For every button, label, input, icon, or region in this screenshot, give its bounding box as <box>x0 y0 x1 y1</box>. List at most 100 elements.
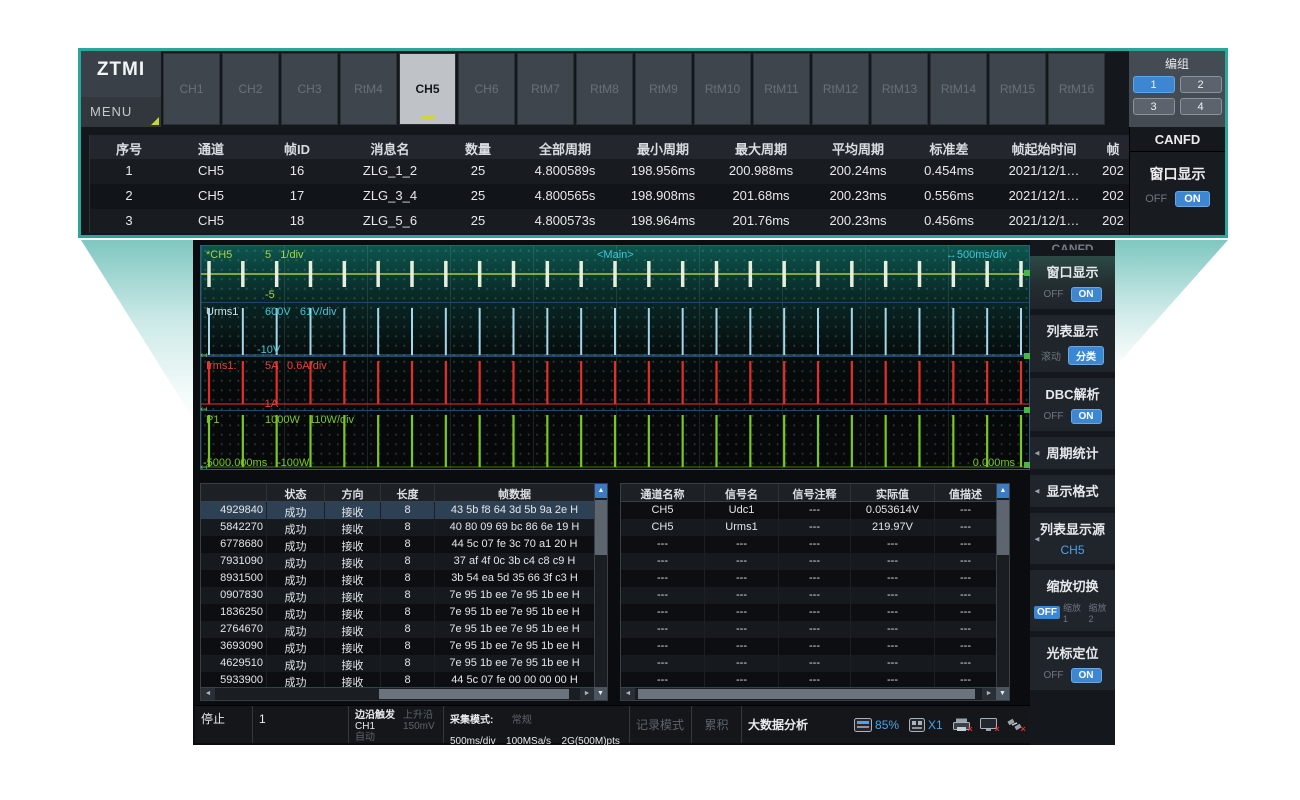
frame-table-vscroll[interactable]: ▲ <box>594 484 607 687</box>
toggle-off-option[interactable]: OFF <box>1044 411 1064 422</box>
signal-table-hscroll[interactable]: ◄ ► <box>621 687 996 700</box>
group-button-4[interactable]: 4 <box>1180 98 1222 115</box>
table-row[interactable]: --------------- <box>621 587 1009 604</box>
vscroll-thumb[interactable] <box>595 500 607 555</box>
tab-ch3[interactable]: CH3 <box>281 53 338 125</box>
tab-rtm10[interactable]: RtM10 <box>694 53 751 125</box>
tab-ch1[interactable]: CH1 <box>163 53 220 125</box>
tab-rtm4[interactable]: RtM4 <box>340 53 397 125</box>
table-cell: 2764670 <box>201 621 267 638</box>
sidebar-item-label: 缩放切换 <box>1034 576 1111 595</box>
table-row[interactable]: 8931500成功接收83b 54 ea 5d 35 66 3f c3 H <box>201 570 607 587</box>
table-row[interactable]: 4929840成功接收843 5b f8 64 3d 5b 9a 2e H <box>201 502 607 519</box>
stats-cell: 198.956ms <box>614 159 712 184</box>
table-row[interactable]: 3693090成功接收87e 95 1b ee 7e 95 1b ee H <box>201 638 607 655</box>
menu-button[interactable]: MENU <box>81 97 161 127</box>
toggle-on-option[interactable]: 分类 <box>1068 346 1104 365</box>
tab-rtm14[interactable]: RtM14 <box>930 53 987 125</box>
table-row[interactable]: --------------- <box>621 638 1009 655</box>
tab-rtm11[interactable]: RtM11 <box>753 53 810 125</box>
table-row[interactable]: 0907830成功接收87e 95 1b ee 7e 95 1b ee H <box>201 587 607 604</box>
stats-cell: 2021/12/1… <box>992 159 1096 184</box>
table-cell: 8 <box>381 638 435 655</box>
tri-option[interactable]: 缩放1 <box>1063 601 1086 624</box>
table-row[interactable]: 1836250成功接收87e 95 1b ee 7e 95 1b ee H <box>201 604 607 621</box>
tab-rtm16[interactable]: RtM16 <box>1048 53 1105 125</box>
tab-rtm13[interactable]: RtM13 <box>871 53 928 125</box>
toggle-on-option[interactable]: ON <box>1071 668 1102 683</box>
table-cell: 成功 <box>267 502 325 519</box>
acq-mode-label: 采集模式: <box>450 715 493 726</box>
tab-rtm7[interactable]: RtM7 <box>517 53 574 125</box>
sidebar-item-2[interactable]: 列表显示滚动分类 <box>1030 315 1115 372</box>
sidebar-item-6[interactable]: ◄列表显示源CH5 <box>1030 513 1115 564</box>
toggle-off-option[interactable]: 滚动 <box>1041 348 1061 363</box>
scroll-up-icon[interactable]: ▲ <box>595 484 607 498</box>
sidebar-item-5[interactable]: ◄显示格式 <box>1030 475 1115 507</box>
window-display-on[interactable]: ON <box>1175 191 1210 207</box>
tri-option[interactable]: OFF <box>1034 606 1060 619</box>
tab-rtm8[interactable]: RtM8 <box>576 53 633 125</box>
tab-rtm12[interactable]: RtM12 <box>812 53 869 125</box>
big-data-label[interactable]: 大数据分析 <box>748 716 808 733</box>
table-row[interactable]: --------------- <box>621 553 1009 570</box>
table-row[interactable]: CH5Udc1---0.053614V--- <box>621 502 1009 519</box>
sidebar-item-7[interactable]: 缩放切换 OFF缩放1缩放2 <box>1030 570 1115 631</box>
table-row[interactable]: --------------- <box>621 570 1009 587</box>
group-button-2[interactable]: 2 <box>1180 76 1222 93</box>
scroll-right-icon[interactable]: ► <box>580 688 594 700</box>
vscroll-thumb[interactable] <box>997 500 1009 555</box>
toggle-off-option[interactable]: OFF <box>1044 289 1064 300</box>
stats-table-row[interactable]: 3CH518ZLG_5_6254.800573s198.964ms201.76m… <box>90 209 1129 233</box>
tab-rtm9[interactable]: RtM9 <box>635 53 692 125</box>
table-row[interactable]: --------------- <box>621 604 1009 621</box>
toggle-on-option[interactable]: ON <box>1071 287 1102 302</box>
stats-header-cell: 帧 <box>1096 135 1129 159</box>
stats-cell: 201.68ms <box>712 184 810 209</box>
table-row[interactable]: CH5Urms1---219.97V--- <box>621 519 1009 536</box>
table-row[interactable]: --------------- <box>621 655 1009 672</box>
tab-ch6[interactable]: CH6 <box>458 53 515 125</box>
scroll-right-icon[interactable]: ► <box>982 688 996 700</box>
scroll-left-icon[interactable]: ◄ <box>201 688 215 700</box>
timebase-label: ↔500ms/div <box>946 249 1007 261</box>
sidebar-item-4[interactable]: ◄周期统计 <box>1030 437 1115 469</box>
toggle-on-option[interactable]: ON <box>1071 409 1102 424</box>
table-row[interactable]: 6778680成功接收844 5c 07 fe 3c 70 a1 20 H <box>201 536 607 553</box>
group-button-1[interactable]: 1 <box>1133 76 1175 93</box>
table-row[interactable]: 5842270成功接收840 80 09 69 bc 86 6e 19 H <box>201 519 607 536</box>
table-row[interactable]: 7931090成功接收837 af 4f 0c 3b c4 c8 c9 H <box>201 553 607 570</box>
accumulate-label: 累积 <box>704 716 728 733</box>
stats-table-row[interactable]: 2CH517ZLG_3_4254.800565s198.908ms201.68m… <box>90 184 1129 209</box>
scroll-up-icon[interactable]: ▲ <box>997 484 1009 498</box>
toggle-off-option[interactable]: OFF <box>1044 670 1064 681</box>
sidebar-item-8[interactable]: 光标定位OFFON <box>1030 637 1115 690</box>
table-row[interactable]: --------------- <box>621 536 1009 553</box>
window-display-off[interactable]: OFF <box>1145 193 1167 205</box>
table-row[interactable]: --------------- <box>621 621 1009 638</box>
signal-table-body: CH5Udc1---0.053614V---CH5Urms1---219.97V… <box>621 502 1009 689</box>
stats-header-cell: 平均周期 <box>810 135 906 159</box>
group-button-3[interactable]: 3 <box>1133 98 1175 115</box>
column-header: 信号名 <box>705 484 779 501</box>
stats-cell: CH5 <box>168 209 254 233</box>
scroll-left-icon[interactable]: ◄ <box>621 688 635 700</box>
scroll-down-icon[interactable]: ▼ <box>594 687 607 700</box>
printer-status: × <box>953 718 970 732</box>
frame-table-hscroll[interactable]: ◄ ► <box>201 687 594 700</box>
tri-option[interactable]: 缩放2 <box>1089 601 1112 624</box>
table-cell: --- <box>851 621 935 638</box>
table-row[interactable]: 4629510成功接收87e 95 1b ee 7e 95 1b ee H <box>201 655 607 672</box>
hscroll-thumb[interactable] <box>638 689 975 699</box>
sidebar-item-1[interactable]: 窗口显示OFFON <box>1030 256 1115 309</box>
tab-ch2[interactable]: CH2 <box>222 53 279 125</box>
tab-ch5[interactable]: CH5 <box>399 53 456 125</box>
table-cell: 8 <box>381 536 435 553</box>
signal-table-vscroll[interactable]: ▲ <box>996 484 1009 687</box>
sidebar-item-3[interactable]: DBC解析OFFON <box>1030 378 1115 431</box>
table-row[interactable]: 2764670成功接收87e 95 1b ee 7e 95 1b ee H <box>201 621 607 638</box>
stats-table-row[interactable]: 1CH516ZLG_1_2254.800589s198.956ms200.988… <box>90 159 1129 184</box>
scroll-down-icon[interactable]: ▼ <box>996 687 1009 700</box>
hscroll-thumb[interactable] <box>379 689 569 699</box>
tab-rtm15[interactable]: RtM15 <box>989 53 1046 125</box>
